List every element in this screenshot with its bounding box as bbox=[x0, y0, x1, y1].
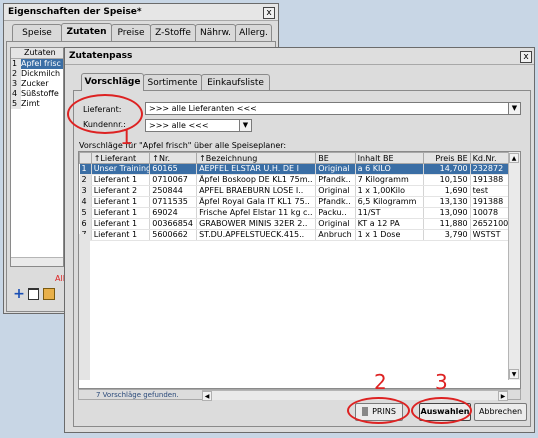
table-row[interactable]: 1 Unser Training.. 60165 AEPFEL ELSTAR U… bbox=[79, 163, 510, 175]
suggestions-table: ↑Lieferant ↑Nr. ↑Bezeichnung BE Inhalt B… bbox=[79, 152, 510, 241]
annotation-number-2: 2 bbox=[374, 370, 387, 394]
list-item[interactable]: 5 Zimt bbox=[11, 99, 63, 109]
zutaten-list: Zutaten 1 Apfel frisc 2 Dickmilch 3 Zucker … bbox=[10, 47, 64, 267]
sort-icon: ↑ bbox=[152, 153, 159, 163]
suggestions-count-text: 7 Vorschläge gefunden. bbox=[96, 391, 179, 399]
add-icon[interactable]: + bbox=[13, 287, 25, 301]
scroll-right-icon[interactable]: ▶ bbox=[498, 391, 508, 401]
table-row[interactable]: 3 Lieferant 2 250844 APFEL BRAEBURN LOSE… bbox=[79, 185, 510, 197]
suggestions-grid: ↑Lieferant ↑Nr. ↑Bezeichnung BE Inhalt B… bbox=[78, 151, 521, 389]
rownum-gutter bbox=[79, 234, 90, 380]
grid-vertical-scrollbar[interactable]: ▲ ▼ bbox=[508, 152, 520, 380]
table-row[interactable]: 2 Lieferant 1 0710067 Äpfel Boskoop DE K… bbox=[79, 174, 510, 186]
table-row[interactable]: 7 Lieferant 1 5600662 ST.DU.APFELSTUECK.… bbox=[79, 229, 510, 241]
scroll-up-icon[interactable]: ▲ bbox=[509, 153, 519, 163]
zutaten-list-hscroll[interactable] bbox=[11, 257, 63, 266]
tab-allerg[interactable]: Allerg. bbox=[235, 24, 272, 41]
column-header-kdnr[interactable]: Kd.Nr. bbox=[469, 152, 510, 164]
tab-naehrw[interactable]: Nährw. bbox=[195, 24, 236, 41]
list-item[interactable]: 4 Süßstoffe bbox=[11, 89, 63, 99]
zutaten-list-header: Zutaten bbox=[11, 48, 63, 59]
zutatenpass-title: Zutatenpass bbox=[69, 51, 133, 61]
column-header-inhalt-be[interactable]: Inhalt BE bbox=[354, 152, 424, 164]
scroll-down-icon[interactable]: ▼ bbox=[509, 369, 519, 379]
chevron-down-icon[interactable]: ▼ bbox=[508, 103, 520, 114]
tab-preise[interactable]: Preise bbox=[111, 24, 151, 41]
annotation-number-1: 1 bbox=[120, 125, 133, 149]
annotation-circle-print bbox=[347, 397, 410, 424]
table-header-row: ↑Lieferant ↑Nr. ↑Bezeichnung BE Inhalt B… bbox=[79, 152, 510, 164]
tab-z-stoffe[interactable]: Z-Stoffe bbox=[150, 24, 196, 41]
chevron-down-icon[interactable]: ▼ bbox=[239, 120, 251, 131]
delete-icon[interactable] bbox=[28, 288, 39, 300]
list-item[interactable]: 2 Dickmilch bbox=[11, 69, 63, 79]
table-row[interactable]: 6 Lieferant 1 00366854 GRABOWER MINIS 32… bbox=[79, 218, 510, 230]
list-item[interactable]: 1 Apfel frisc bbox=[11, 59, 63, 69]
tab-zutaten[interactable]: Zutaten bbox=[61, 23, 112, 41]
list-item[interactable]: 3 Zucker bbox=[11, 79, 63, 89]
column-header-lieferant[interactable]: ↑Lieferant bbox=[90, 152, 151, 164]
kundennr-select-value: >>> alle <<< bbox=[149, 121, 209, 130]
tab-einkaufsliste[interactable]: Einkaufsliste bbox=[201, 74, 270, 91]
tab-speise[interactable]: Speise bbox=[12, 24, 62, 41]
table-row[interactable]: 4 Lieferant 1 0711535 Äpfel Royal Gala I… bbox=[79, 196, 510, 208]
speise-window-title: Eigenschaften der Speise* bbox=[8, 7, 142, 17]
tab-vorschlaege[interactable]: Vorschläge bbox=[81, 73, 144, 91]
grid-caption: Vorschläge für "Apfel frisch" über alle … bbox=[79, 141, 287, 150]
lieferant-select[interactable]: >>> alle Lieferanten <<< ▼ bbox=[145, 102, 521, 115]
grid-horizontal-scrollbar[interactable]: ◀ ▶ bbox=[202, 390, 508, 401]
table-row[interactable]: 5 Lieferant 1 69024 Frische Apfel Elstar… bbox=[79, 207, 510, 219]
column-header-preis-be[interactable]: Preis BE bbox=[422, 152, 471, 164]
cancel-button[interactable]: Abbrechen bbox=[474, 403, 527, 421]
column-header[interactable] bbox=[79, 152, 92, 164]
lieferant-select-value: >>> alle Lieferanten <<< bbox=[149, 104, 257, 113]
scroll-left-icon[interactable]: ◀ bbox=[202, 391, 212, 401]
speise-window-titlebar[interactable]: Eigenschaften der Speise* bbox=[4, 4, 278, 21]
kundennr-select[interactable]: >>> alle <<< ▼ bbox=[145, 119, 252, 132]
zutatenpass-close-button[interactable]: x bbox=[520, 51, 532, 63]
column-header-nr[interactable]: ↑Nr. bbox=[149, 152, 198, 164]
column-header-bezeichnung[interactable]: ↑Bezeichnung bbox=[196, 152, 317, 164]
column-header-be[interactable]: BE bbox=[315, 152, 356, 164]
edit-icon[interactable] bbox=[43, 288, 55, 300]
sort-icon: ↑ bbox=[199, 153, 206, 163]
annotation-circle-select bbox=[411, 397, 472, 424]
zutatenpass-titlebar[interactable]: Zutatenpass bbox=[65, 48, 534, 65]
speise-window-close-button[interactable]: x bbox=[263, 7, 275, 19]
tab-sortimente[interactable]: Sortimente bbox=[143, 74, 202, 91]
annotation-number-3: 3 bbox=[435, 370, 448, 394]
